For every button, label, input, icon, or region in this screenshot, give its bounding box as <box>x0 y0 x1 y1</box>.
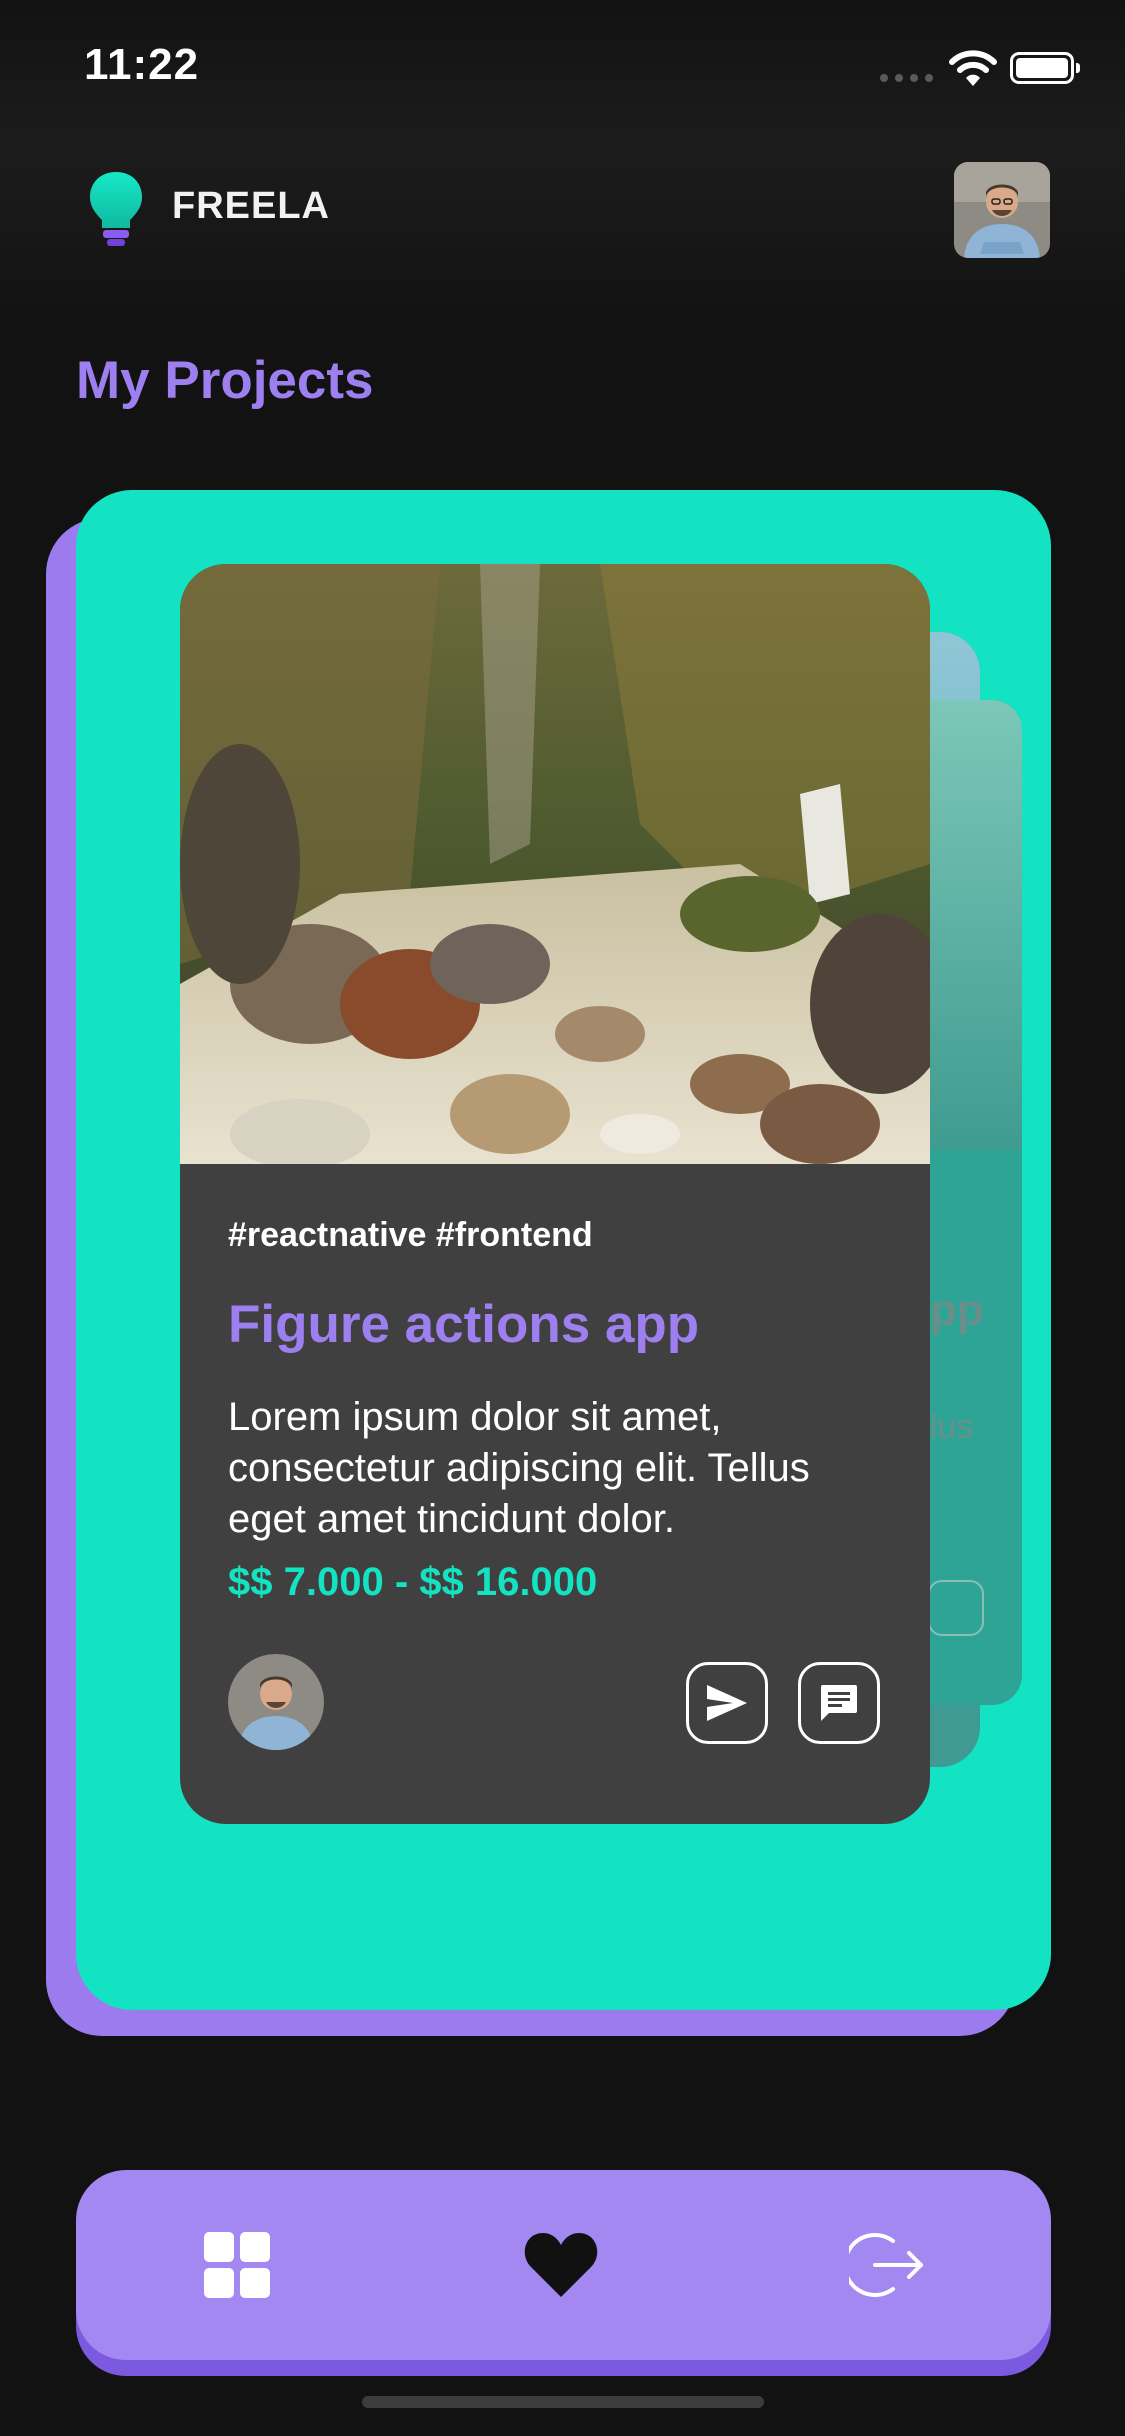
page-title: My Projects <box>76 351 374 410</box>
chat-button[interactable] <box>798 1662 880 1744</box>
project-owner-avatar[interactable] <box>228 1654 324 1750</box>
lightbulb-logo-icon <box>90 172 142 246</box>
project-cover-image <box>180 564 930 1164</box>
project-title[interactable]: Figure actions app <box>228 1294 699 1355</box>
project-price-range: $$ 7.000 - $$ 16.000 <box>228 1560 598 1604</box>
tab-logout[interactable] <box>844 2222 930 2308</box>
wifi-icon <box>949 50 997 86</box>
next-card-title-fragment: pp <box>930 1286 984 1335</box>
next-card-chat-icon <box>928 1580 984 1636</box>
project-description: Lorem ipsum dolor sit amet, consectetur … <box>228 1395 810 1541</box>
logout-icon <box>849 2233 923 2297</box>
project-card[interactable]: #reactnative #frontend Figure actions ap… <box>180 564 930 1824</box>
brand-name: FREELA <box>172 185 330 227</box>
tab-favorites[interactable] <box>518 2222 604 2308</box>
home-indicator <box>362 2396 764 2408</box>
send-proposal-button[interactable] <box>686 1662 768 1744</box>
cellular-signal-icon <box>880 74 934 84</box>
tab-dashboard[interactable] <box>194 2222 280 2308</box>
status-time: 11:22 <box>84 40 200 89</box>
grid-icon <box>204 2232 270 2298</box>
heart-icon <box>524 2233 598 2297</box>
battery-icon <box>1010 52 1080 84</box>
user-avatar[interactable] <box>954 162 1050 258</box>
send-icon <box>707 1685 747 1721</box>
next-card-desc-fragment: lus <box>930 1408 974 1446</box>
chat-icon <box>821 1685 857 1721</box>
project-tags: #reactnative #frontend <box>228 1216 593 1254</box>
next-project-card-2[interactable] <box>920 700 1022 1705</box>
